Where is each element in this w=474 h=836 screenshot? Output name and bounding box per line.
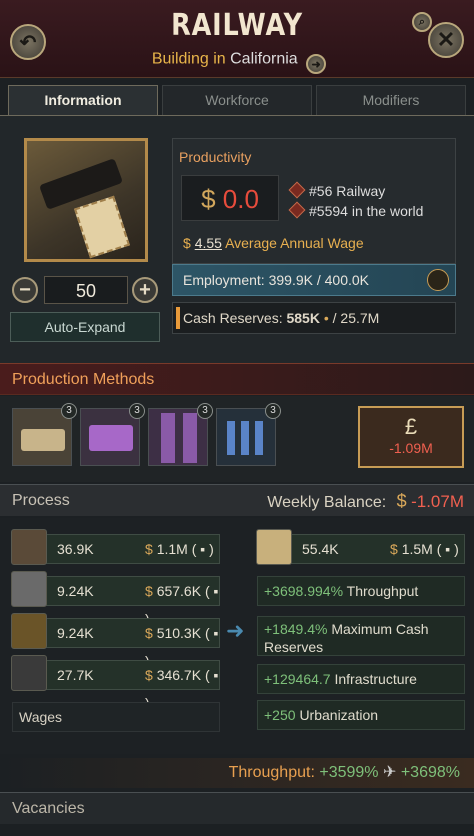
engines-icon	[11, 529, 47, 565]
steel-icon	[11, 571, 47, 607]
tab-workforce[interactable]: Workforce	[162, 85, 312, 115]
building-title: RAILWAY	[171, 8, 303, 43]
pm-summary-value: -1.09M	[389, 440, 433, 456]
average-wage-value[interactable]: 4.55	[195, 235, 222, 251]
input-row[interactable]: 9.24K $ 510.3K ( ▪ )	[11, 613, 220, 669]
auto-expand-button[interactable]: Auto-Expand	[10, 312, 160, 342]
effect-row: +129464.7 Infrastructure	[257, 664, 465, 694]
transportation-icon	[11, 613, 47, 649]
oil-icon	[11, 655, 47, 691]
tab-bar: Information Workforce Modifiers	[8, 85, 466, 115]
effect-row: +250 Urbanization	[257, 700, 465, 730]
effect-row: +1849.4% Maximum Cash Reserves	[257, 616, 465, 656]
process-area: 36.9K $ 1.1M ( ▪ ) 9.24K $ 657.6K ( ▪ ) …	[0, 518, 474, 754]
dollar-icon: $	[396, 491, 407, 511]
effect-row: +3698.994% Throughput	[257, 576, 465, 606]
tab-information[interactable]: Information	[8, 85, 158, 115]
pound-icon: £	[404, 414, 418, 439]
level-stepper: − 50 +	[10, 276, 160, 306]
building-panel: ↶ RAILWAY Building in California ➜ ⌕ ✕ I…	[0, 0, 474, 836]
rail-tracks-icon	[161, 413, 197, 463]
pm-rail-tracks-icon[interactable]: 3	[148, 403, 213, 466]
goto-location-button[interactable]: ➜	[306, 54, 327, 74]
employment-bar[interactable]: Employment: 399.9K / 400.0K	[172, 264, 456, 296]
dollar-icon: $	[183, 235, 191, 251]
process-arrow-icon: ➜	[226, 618, 245, 643]
rank-icon	[288, 201, 306, 219]
magnifier-icon: ⌕	[418, 15, 426, 28]
weekly-balance: Weekly Balance: $ -1.07M	[267, 491, 464, 511]
pm-summary[interactable]: £ -1.09M	[358, 406, 464, 468]
building-subtitle: Building in California ➜	[0, 50, 474, 74]
production-methods-list: 3 3 3 3 £ -1.09M	[0, 396, 474, 482]
search-button[interactable]: ⌕	[412, 12, 432, 32]
dollar-icon: $	[201, 184, 216, 214]
increase-button[interactable]: +	[132, 277, 158, 303]
tab-modifiers[interactable]: Modifiers	[316, 85, 466, 115]
pm-locomotive-icon[interactable]: 3	[12, 403, 77, 466]
passenger-car-icon	[89, 425, 133, 451]
vacancies-header[interactable]: Vacancies	[0, 792, 474, 824]
productivity-value-box: $ 0.0	[181, 175, 279, 221]
rank-type: #56 Railway	[288, 181, 385, 199]
process-header: Process Weekly Balance: $ -1.07M	[0, 484, 474, 516]
level-value[interactable]: 50	[44, 276, 128, 304]
wages-row[interactable]: Wages	[12, 702, 220, 732]
decrease-button[interactable]: −	[12, 277, 38, 303]
rank-icon	[288, 181, 306, 199]
workers-icon	[427, 269, 449, 291]
pm-passenger-car-icon[interactable]: 3	[80, 403, 145, 466]
cash-reserves-bar[interactable]: Cash Reserves: 585K • / 25.7M	[172, 302, 456, 334]
panel-header: ↶ RAILWAY Building in California ➜ ⌕ ✕	[0, 0, 474, 78]
average-wage: $ 4.55 Average Annual Wage	[183, 235, 364, 251]
ticket-icon	[256, 529, 292, 565]
airplane-icon: ✈	[382, 764, 397, 781]
input-row[interactable]: 9.24K $ 657.6K ( ▪ )	[11, 571, 220, 627]
location-link[interactable]: California	[230, 51, 298, 68]
close-button[interactable]: ✕	[428, 22, 464, 58]
close-icon: ✕	[436, 27, 456, 52]
input-row[interactable]: 36.9K $ 1.1M ( ▪ )	[11, 529, 220, 565]
ticket-illustration	[73, 195, 131, 259]
production-methods-header: Production Methods	[0, 363, 474, 395]
information-content: − 50 + Auto-Expand Productivity $ 0.0 #5…	[0, 115, 474, 363]
productivity-box: Productivity $ 0.0 #56 Railway #5594 in …	[172, 138, 456, 264]
productivity-label: Productivity	[179, 149, 252, 165]
throughput-summary: Throughput: +3599% ✈ +3698%	[0, 758, 474, 788]
productivity-value: 0.0	[222, 184, 259, 214]
output-row[interactable]: 55.4K $ 1.5M ( ▪ )	[256, 529, 465, 565]
pm-candlestick-chart-icon[interactable]: 3	[216, 403, 281, 466]
rank-world: #5594 in the world	[288, 201, 423, 219]
input-row[interactable]: 27.7K $ 346.7K ( ▪ )	[11, 655, 220, 711]
locomotive-icon	[21, 429, 65, 451]
candlestick-chart-icon	[227, 421, 267, 455]
building-image	[24, 138, 148, 262]
